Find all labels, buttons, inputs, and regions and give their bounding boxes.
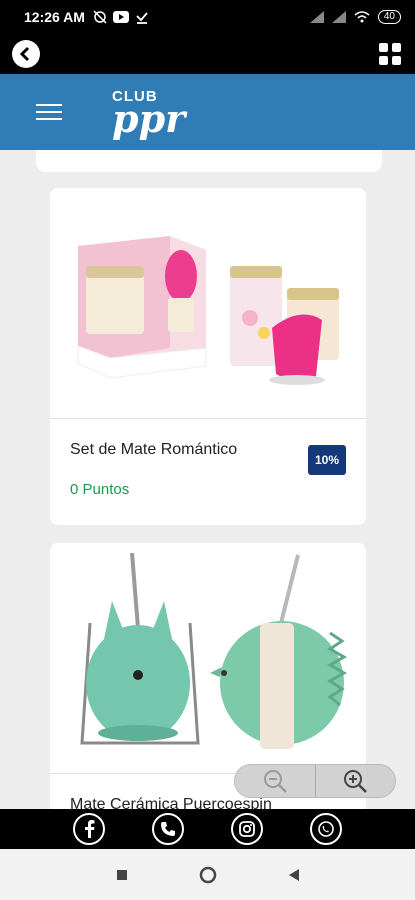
back-arrow-icon (19, 46, 30, 62)
back-button[interactable] (12, 40, 40, 68)
wifi-icon (354, 11, 370, 23)
system-nav-bar (0, 849, 415, 900)
product-card[interactable]: Set de Mate Romántico 0 Puntos 10% (50, 188, 366, 525)
download-done-icon (136, 12, 148, 24)
zoom-control (234, 764, 396, 798)
recents-icon[interactable] (115, 868, 129, 882)
zoom-in-icon (344, 770, 368, 793)
product-info: Set de Mate Romántico 0 Puntos 10% (50, 419, 366, 498)
signal-icon-2 (331, 11, 346, 23)
hedgehog-mate-illustration (80, 552, 348, 749)
zoom-out-icon (263, 770, 287, 793)
grid-menu-button[interactable] (377, 41, 403, 67)
status-time: 12:26 AM (24, 9, 85, 25)
hamburger-icon[interactable] (36, 104, 62, 120)
youtube-icon (112, 11, 129, 23)
status-right: 40 (309, 10, 401, 24)
instagram-icon[interactable] (230, 813, 263, 845)
facebook-icon[interactable] (73, 813, 106, 845)
status-bar: 12:26 AM 40 (0, 0, 415, 34)
notification-icons (93, 10, 149, 24)
product-name: Set de Mate Romántico (70, 441, 238, 458)
alarm-off-icon (93, 10, 107, 24)
signal-icon-1 (309, 11, 324, 23)
home-icon[interactable] (199, 866, 217, 884)
discount-badge: 10% (307, 445, 346, 475)
top-bar (0, 34, 415, 74)
social-bar (0, 809, 415, 849)
product-list[interactable]: Set de Mate Romántico 0 Puntos 10% Mate … (0, 150, 415, 809)
back-nav-icon[interactable] (287, 868, 301, 882)
zoom-out-button[interactable] (235, 765, 315, 797)
mate-set-illustration (77, 236, 339, 385)
product-image (50, 188, 366, 419)
whatsapp-icon[interactable] (309, 813, 342, 845)
product-points: 0 Puntos (70, 481, 130, 498)
phone-icon[interactable] (152, 813, 185, 845)
app-header: CLUB ppr (0, 74, 415, 150)
battery-indicator: 40 (377, 10, 401, 24)
club-ppr-logo: CLUB ppr (112, 88, 186, 141)
logo-ppr-text: ppr (112, 96, 186, 141)
grid-icon (379, 43, 388, 52)
previous-card-bottom (36, 150, 382, 172)
product-image (50, 543, 366, 774)
zoom-in-button[interactable] (316, 765, 396, 797)
